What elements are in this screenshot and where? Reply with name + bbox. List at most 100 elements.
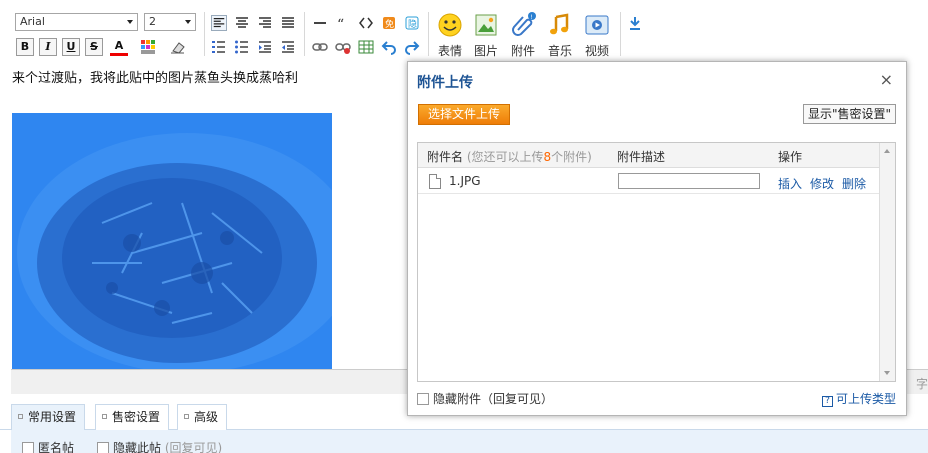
svg-text:!: !	[531, 14, 533, 21]
redo-icon[interactable]	[404, 39, 420, 55]
music-icon	[550, 13, 569, 35]
list-scrollbar[interactable]	[879, 143, 895, 381]
editor-toolbar: Arial 2 B I U S A “ 免 隐 表情 图片 ! 附件 音乐 视频	[0, 0, 928, 62]
hide-post-hint: (回复可见)	[164, 441, 223, 453]
video-label: 视频	[584, 44, 609, 58]
emoticon-label: 表情	[437, 44, 462, 58]
attachment-row: 1.JPG 插入 修改 删除	[418, 168, 880, 194]
allowed-types-label: 可上传类型	[835, 392, 896, 406]
tab-bullet-icon	[18, 414, 23, 419]
music-button[interactable]: 音乐	[543, 12, 577, 58]
inserted-photo[interactable]	[12, 113, 332, 369]
align-center-icon[interactable]	[234, 15, 250, 31]
tab-sale-settings[interactable]: 售密设置	[95, 404, 170, 430]
attachment-label: 附件	[510, 44, 535, 58]
font-size-select[interactable]: 2	[144, 13, 196, 31]
insert-link[interactable]: 插入	[778, 175, 802, 192]
anonymous-option[interactable]: 匿名帖	[22, 439, 74, 453]
col-name-label: 附件名	[427, 150, 464, 164]
strikethrough-button[interactable]: S	[85, 38, 103, 56]
align-right-icon[interactable]	[257, 15, 273, 31]
undo-icon[interactable]	[381, 39, 397, 55]
tab-common-settings[interactable]: 常用设置	[11, 404, 86, 431]
unlink-icon[interactable]	[335, 39, 351, 55]
file-icon	[429, 174, 441, 189]
edit-link[interactable]: 修改	[810, 175, 834, 192]
svg-text:隐: 隐	[408, 18, 417, 30]
toolbar-separator	[428, 12, 429, 56]
toolbar-separator	[204, 12, 205, 56]
attachment-filename: 1.JPG	[449, 174, 481, 188]
smiley-icon	[438, 13, 462, 37]
svg-text:免: 免	[385, 18, 394, 30]
background-color-icon[interactable]	[140, 39, 156, 55]
italic-button[interactable]: I	[39, 38, 57, 56]
eraser-icon[interactable]	[170, 39, 186, 55]
image-icon	[475, 14, 497, 36]
video-button[interactable]: 视频	[580, 12, 614, 58]
download-icon[interactable]	[627, 15, 643, 31]
horizontal-rule-icon[interactable]	[312, 15, 328, 31]
anonymous-label: 匿名帖	[38, 441, 75, 453]
video-icon	[585, 15, 609, 35]
select-file-upload-button[interactable]: 选择文件上传	[418, 104, 510, 125]
underline-button[interactable]: U	[62, 38, 80, 56]
show-sale-settings-button[interactable]: 显示"售密设置"	[802, 104, 896, 124]
font-family-select[interactable]: Arial	[15, 13, 138, 31]
image-button[interactable]: 图片	[469, 12, 503, 58]
hint-pre: (您还可以上传	[466, 150, 544, 164]
code-icon[interactable]	[358, 15, 374, 31]
unordered-list-icon[interactable]	[234, 39, 250, 55]
emoticon-button[interactable]: 表情	[433, 12, 467, 58]
free-icon[interactable]: 免	[381, 15, 397, 31]
help-icon: ?	[821, 396, 833, 407]
paperclip-icon: !	[512, 12, 536, 36]
ordered-list-icon[interactable]	[211, 39, 227, 55]
attachment-button[interactable]: ! 附件	[506, 12, 540, 58]
link-icon[interactable]	[312, 39, 328, 55]
hide-attachment-option[interactable]: 隐藏附件（回复可见）	[417, 390, 553, 407]
tab-bullet-icon	[102, 414, 107, 419]
indent-icon[interactable]	[257, 39, 273, 55]
chevron-down-icon	[127, 20, 133, 24]
dialog-title: 附件上传	[417, 75, 473, 91]
hide-attachment-label: 隐藏附件（回复可见）	[433, 392, 554, 406]
close-icon[interactable]: ×	[880, 72, 893, 88]
table-icon[interactable]	[358, 39, 374, 55]
bold-button[interactable]: B	[16, 38, 34, 56]
hide-post-checkbox[interactable]	[97, 442, 109, 453]
quote-icon[interactable]: “	[335, 15, 351, 31]
attachment-description-input[interactable]	[618, 173, 760, 189]
editor-content-text[interactable]: 来个过渡贴，我将此贴中的图片蒸鱼头换成蒸哈利	[12, 67, 298, 86]
hide-attachment-checkbox[interactable]	[417, 393, 429, 405]
tab-label: 高级	[194, 410, 219, 424]
font-size-value: 2	[149, 15, 156, 28]
hide-post-label: 隐藏此帖	[113, 441, 162, 453]
font-family-value: Arial	[20, 15, 45, 28]
font-color-button[interactable]: A	[110, 38, 128, 56]
image-label: 图片	[473, 44, 498, 58]
attachment-list-header: 附件名 (您还可以上传8个附件) 附件描述 操作	[418, 143, 880, 168]
align-left-icon[interactable]	[211, 15, 227, 31]
tab-advanced[interactable]: 高级	[177, 404, 228, 430]
allowed-types-link[interactable]: ? 可上传类型	[821, 390, 896, 407]
col-attachment-name: 附件名 (您还可以上传8个附件)	[427, 148, 592, 165]
hide-post-option[interactable]: 隐藏此帖 (回复可见)	[97, 439, 222, 453]
music-label: 音乐	[547, 44, 572, 58]
delete-link[interactable]: 删除	[842, 175, 866, 192]
align-justify-icon[interactable]	[280, 15, 296, 31]
upload-remaining-hint: (您还可以上传8个附件)	[467, 150, 592, 164]
svg-text:“: “	[337, 17, 344, 31]
toolbar-separator	[304, 12, 305, 56]
hide-content-icon[interactable]: 隐	[404, 15, 420, 31]
scroll-up-icon[interactable]	[884, 149, 890, 153]
anonymous-checkbox[interactable]	[22, 442, 34, 453]
tab-label: 售密设置	[112, 410, 161, 424]
outdent-icon[interactable]	[280, 39, 296, 55]
tab-label: 常用设置	[28, 410, 77, 424]
hint-post: 个附件)	[551, 150, 592, 164]
common-settings-panel: 匿名帖 隐藏此帖 (回复可见)	[11, 430, 928, 453]
attachment-upload-dialog: 附件上传 × 选择文件上传 显示"售密设置" 附件名 (您还可以上传8个附件) …	[407, 61, 907, 416]
scroll-down-icon[interactable]	[884, 371, 890, 375]
toolbar-separator	[620, 12, 621, 56]
